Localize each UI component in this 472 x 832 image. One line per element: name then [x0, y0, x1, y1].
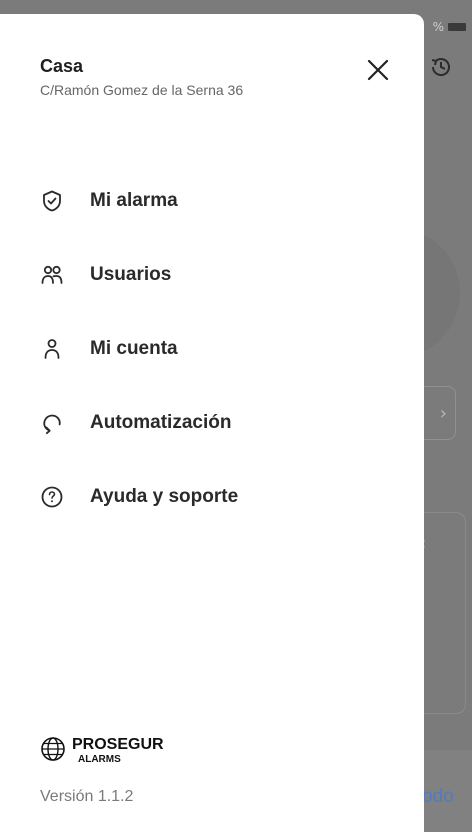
- navigation-drawer: Casa C/Ramón Gomez de la Serna 36 Mi ala…: [0, 14, 424, 832]
- user-icon: [40, 337, 64, 361]
- home-title: Casa: [40, 56, 84, 76]
- menu-item-mi-cuenta[interactable]: Mi cuenta: [0, 312, 424, 386]
- menu-item-automatizacion[interactable]: Automatización: [0, 386, 424, 460]
- menu-item-mi-alarma[interactable]: Mi alarma: [0, 164, 424, 238]
- chevron-right-icon: ›: [439, 403, 447, 424]
- globe-logo-icon: [41, 737, 65, 761]
- battery-icon: [448, 23, 466, 31]
- menu-item-ayuda-y-soporte[interactable]: Ayuda y soporte: [0, 460, 424, 534]
- menu-item-label: Automatización: [90, 412, 232, 433]
- shield-check-icon: [40, 189, 64, 213]
- app-version: Versión 1.1.2: [40, 788, 134, 805]
- close-button[interactable]: [362, 54, 394, 86]
- users-icon: [40, 263, 64, 287]
- menu-item-label: Mi alarma: [90, 190, 178, 211]
- background-footer-link: odo: [422, 786, 454, 807]
- history-icon: [426, 52, 456, 82]
- menu-item-label: Usuarios: [90, 264, 172, 285]
- status-bar: %: [433, 20, 466, 34]
- home-address: C/Ramón Gomez de la Serna 36: [40, 82, 244, 98]
- brand-text: PROSEGUR ALARMS: [72, 736, 164, 766]
- brand-name: PROSEGUR: [72, 736, 164, 753]
- automation-icon: [40, 411, 64, 435]
- brand-subtitle: ALARMS: [78, 754, 121, 765]
- brand-logo: PROSEGUR ALARMS: [40, 736, 164, 766]
- menu-item-label: Mi cuenta: [90, 338, 178, 359]
- status-percent: %: [432, 20, 444, 34]
- help-icon: [40, 485, 64, 509]
- close-icon: [367, 59, 389, 81]
- drawer-menu: Mi alarma Usuarios Mi cuenta Automatizac…: [0, 164, 424, 534]
- menu-item-label: Ayuda y soporte: [90, 486, 239, 507]
- menu-item-usuarios[interactable]: Usuarios: [0, 238, 424, 312]
